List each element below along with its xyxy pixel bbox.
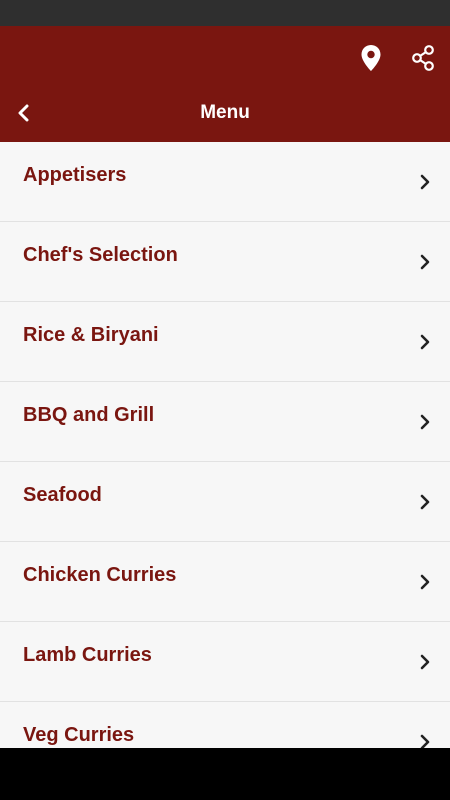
page-title: Menu [200, 102, 250, 123]
menu-category-label: Chicken Curries [23, 564, 177, 586]
menu-category-veg-curries[interactable]: Veg Curries [0, 702, 450, 748]
chevron-right-icon [420, 334, 430, 350]
chevron-right-icon [420, 494, 430, 510]
menu-category-seafood[interactable]: Seafood [0, 462, 450, 542]
app-bar: Menu [0, 26, 450, 142]
menu-category-chefs-selection[interactable]: Chef's Selection [0, 222, 450, 302]
menu-category-lamb-curries[interactable]: Lamb Curries [0, 622, 450, 702]
menu-category-label: Seafood [23, 484, 102, 506]
menu-category-bbq-grill[interactable]: BBQ and Grill [0, 382, 450, 462]
chevron-right-icon [420, 654, 430, 670]
navigation-bar [0, 748, 450, 800]
menu-category-label: BBQ and Grill [23, 404, 155, 426]
chevron-left-icon [18, 104, 29, 122]
menu-category-chicken-curries[interactable]: Chicken Curries [0, 542, 450, 622]
menu-category-list: Appetisers Chef's Selection Rice & Birya… [0, 142, 450, 748]
location-button[interactable] [349, 38, 393, 78]
menu-category-label: Rice & Biryani [23, 324, 159, 346]
menu-category-rice-biryani[interactable]: Rice & Biryani [0, 302, 450, 382]
status-bar [0, 0, 450, 26]
menu-category-label: Chef's Selection [23, 244, 178, 266]
share-button[interactable] [401, 38, 445, 78]
share-icon [412, 45, 434, 71]
back-button[interactable] [8, 96, 40, 130]
map-pin-icon [361, 45, 381, 71]
chevron-right-icon [420, 174, 430, 190]
menu-category-label: Lamb Curries [23, 644, 152, 666]
chevron-right-icon [420, 574, 430, 590]
menu-category-label: Veg Curries [23, 724, 135, 746]
chevron-right-icon [420, 414, 430, 430]
menu-category-label: Appetisers [23, 164, 127, 186]
menu-category-appetisers[interactable]: Appetisers [0, 142, 450, 222]
chevron-right-icon [420, 254, 430, 270]
chevron-right-icon [420, 734, 430, 748]
